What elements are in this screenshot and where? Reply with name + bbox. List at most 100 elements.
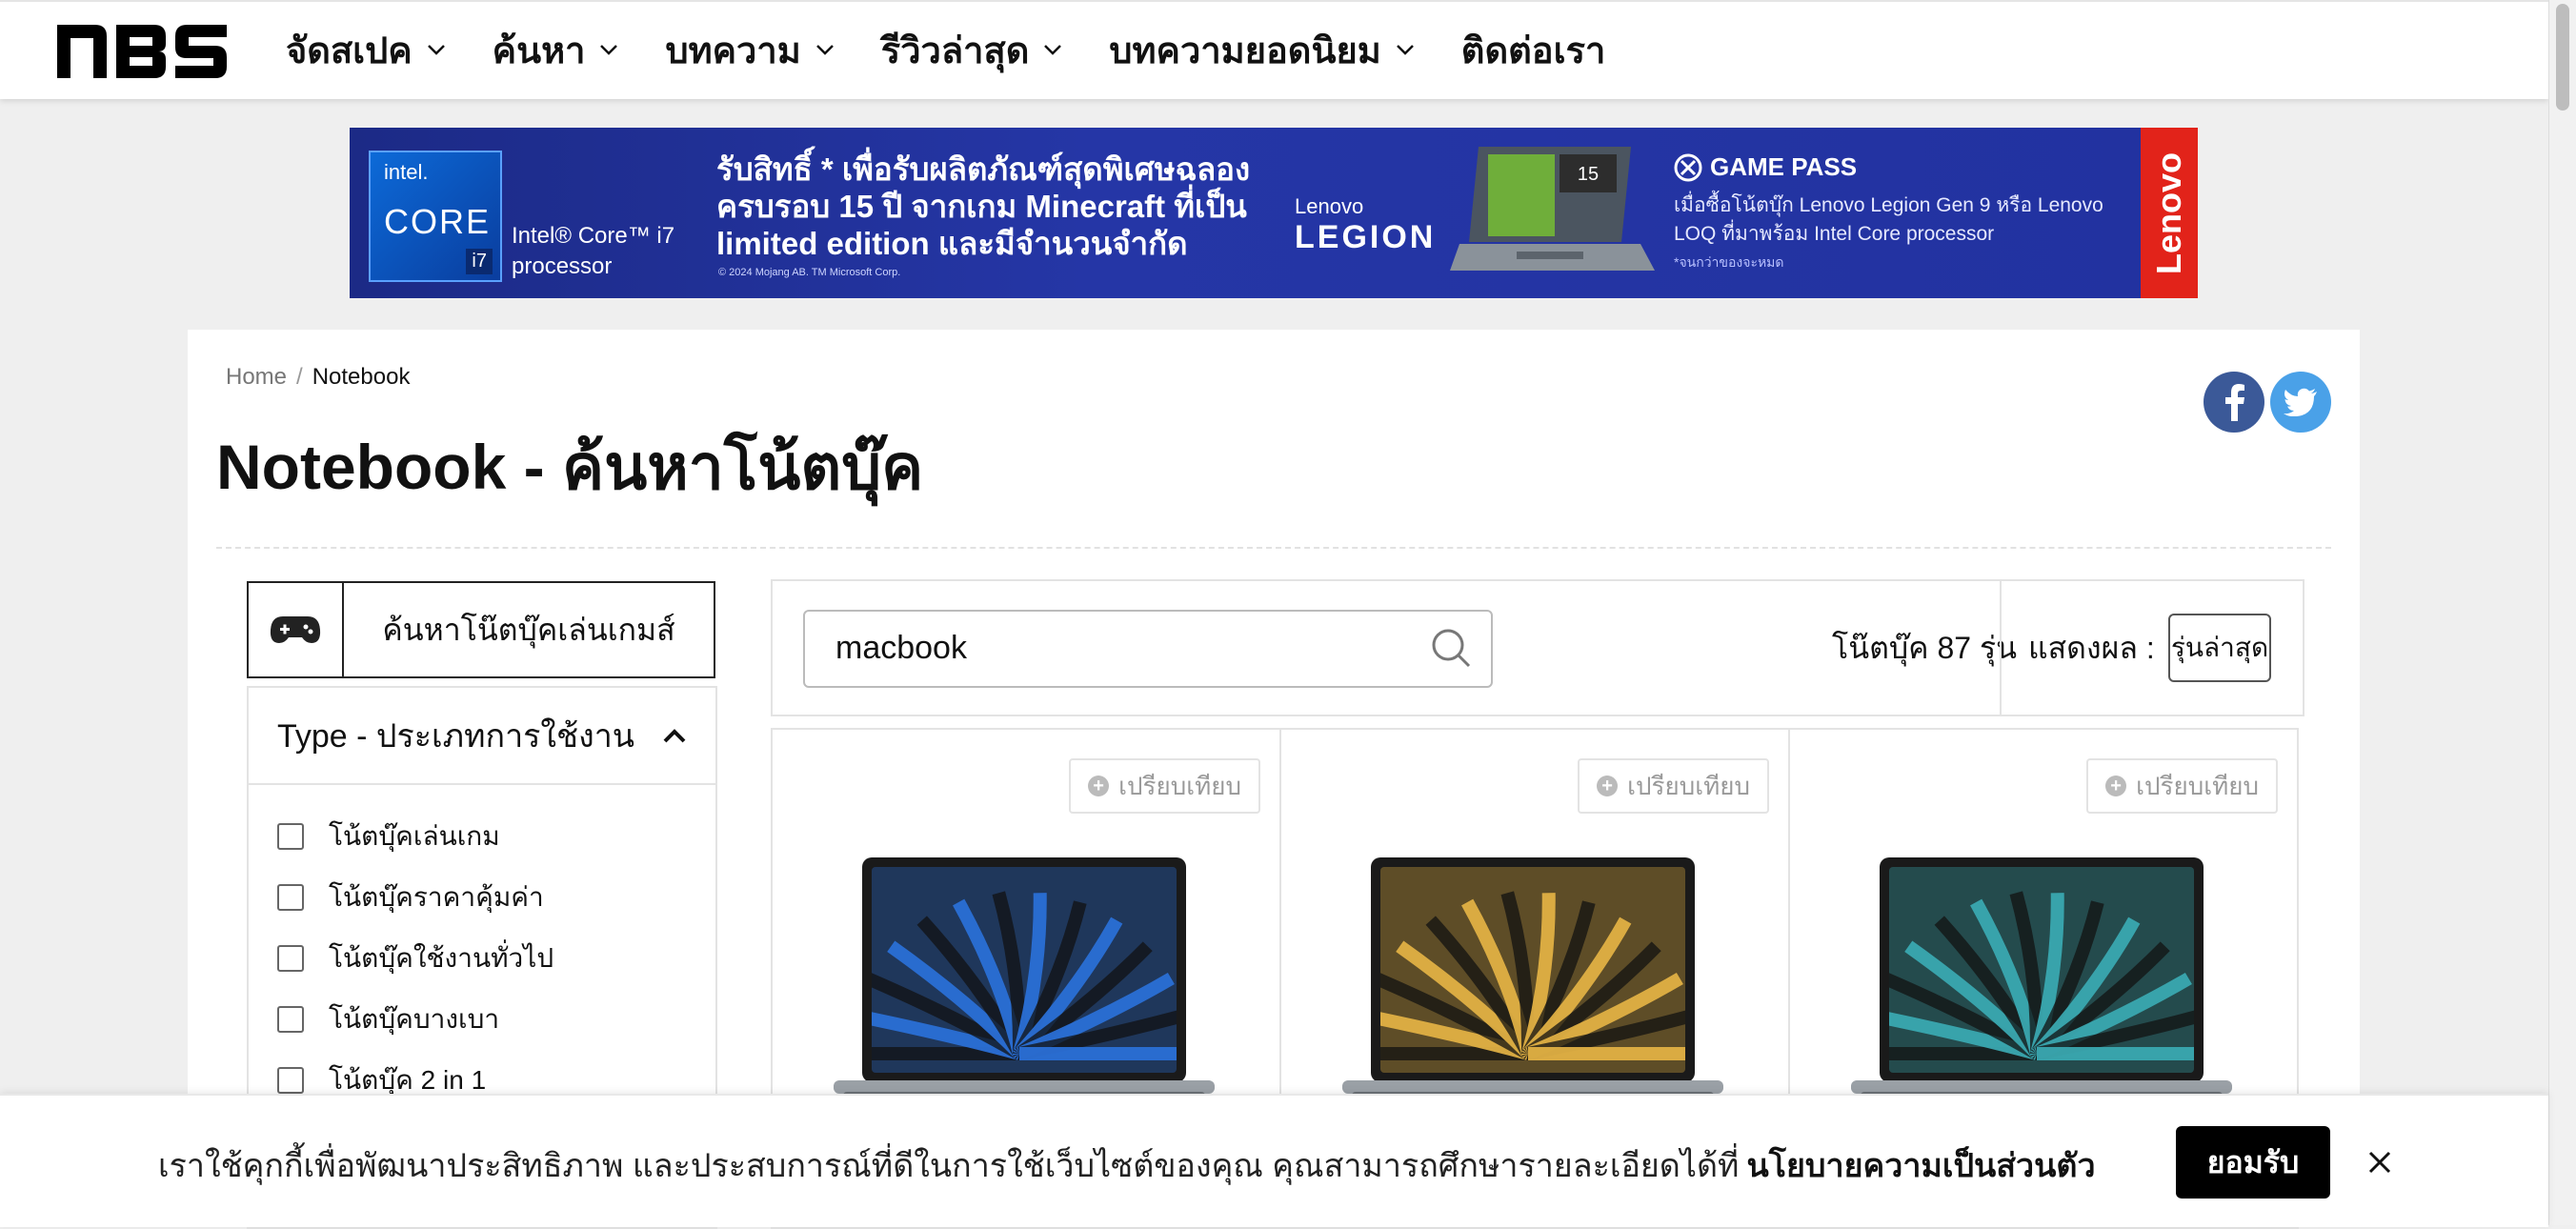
compare-button[interactable]: + เปรียบเทียบ: [2086, 758, 2278, 814]
filter-checkbox[interactable]: [277, 1067, 304, 1094]
chevron-down-icon: [427, 45, 445, 55]
facebook-share-button[interactable]: [2204, 372, 2264, 433]
twitter-share-button[interactable]: [2270, 372, 2331, 433]
nav-item-4[interactable]: บทความยอดนิยม: [1109, 23, 1415, 76]
legion-logo: Lenovo LEGION: [1295, 194, 1436, 256]
type-filter-header[interactable]: Type - ประเภทการใช้งาน: [249, 688, 715, 785]
search-box: [803, 610, 1493, 688]
chevron-down-icon: [815, 45, 834, 55]
title-divider: [216, 547, 2331, 549]
lenovo-ad-banner[interactable]: intel. CORE i7 Intel® Core™ i7 processor…: [350, 128, 2198, 298]
top-navbar: จัดสเปค ค้นหา บทความ รีวิวล่าสุด บทความยอดนิ…: [0, 0, 2548, 99]
gaming-button-label: ค้นหาโน๊ตบุ๊คเล่นเกมส์: [382, 612, 675, 647]
nav-item-label: จัดสเปค: [286, 30, 413, 71]
facebook-icon: [2225, 384, 2244, 421]
filter-checkbox[interactable]: [277, 823, 304, 850]
close-icon[interactable]: [2361, 1143, 2399, 1181]
compare-label: เปรียบเทียบ: [1627, 771, 1750, 800]
page-scrollbar[interactable]: [2548, 0, 2576, 1225]
xbox-icon: [1674, 153, 1702, 181]
filter-checkbox[interactable]: [277, 884, 304, 911]
nav-item-label: บทความ: [665, 30, 801, 71]
breadcrumb-home[interactable]: Home: [226, 364, 287, 390]
sort-label: แสดงผล :: [2028, 630, 2155, 665]
compare-button[interactable]: + เปรียบเทียบ: [1578, 758, 1769, 814]
intel-brand: intel.: [384, 160, 429, 184]
accept-cookies-button[interactable]: ยอมรับ: [2176, 1126, 2330, 1199]
compare-button[interactable]: + เปรียบเทียบ: [1069, 758, 1260, 814]
search-input[interactable]: [834, 627, 1371, 669]
privacy-policy-link[interactable]: นโยบายความเป็นส่วนตัว: [1746, 1148, 2095, 1184]
cookie-text: เราใช้คุกกี้เพื่อพัฒนาประสิทธิภาพ และประ…: [158, 1148, 1740, 1184]
product-image[interactable]: [1851, 854, 2232, 1105]
nav-item-label: ค้นหา: [492, 30, 586, 71]
filter-option-label: โน้ตบุ๊คเล่นเกม: [329, 821, 500, 851]
nav-item-3[interactable]: รีวิวล่าสุด: [881, 23, 1064, 76]
filter-checkbox[interactable]: [277, 945, 304, 972]
intel-processor-text: Intel® Core™ i7 processor: [512, 223, 675, 279]
twitter-icon: [2284, 388, 2317, 416]
legion-bottom: LEGION: [1295, 219, 1437, 255]
main-menu: จัดสเปค ค้นหา บทความ รีวิวล่าสุด บทความยอดนิ…: [286, 23, 1651, 76]
nav-item-label: บทความยอดนิยม: [1109, 30, 1381, 71]
gamepass-info: GAME PASS เมื่อซื้อโน้ตบุ๊ก Lenovo Legio…: [1674, 152, 2131, 273]
filter-option-label: โน้ตบุ๊คบางเบา: [329, 1004, 500, 1034]
cookie-consent-bar: เราใช้คุกกี้เพื่อพัฒนาประสิทธิภาพ และประ…: [0, 1094, 2548, 1227]
result-count: โน๊ตบุ๊ค 87 รุ่น: [1832, 630, 2017, 665]
gamepass-text: เมื่อซื้อโน้ตบุ๊ก Lenovo Legion Gen 9 หร…: [1674, 194, 2103, 245]
site-logo[interactable]: [55, 21, 231, 80]
cookie-message: เราใช้คุกกี้เพื่อพัฒนาประสิทธิภาพ และประ…: [158, 1139, 2096, 1191]
gamepad-icon: [270, 616, 321, 643]
scrollbar-thumb[interactable]: [2556, 4, 2569, 111]
toolbar-separator: [2000, 581, 2002, 715]
type-filter-options: โน้ตบุ๊คเล่นเกมโน้ตบุ๊คราคาคุ้มค่าโน้ตบุ…: [249, 785, 715, 1111]
breadcrumb-current: Notebook: [312, 364, 411, 390]
plus-circle-icon: +: [1088, 776, 1110, 796]
breadcrumb: Home / Notebook: [226, 364, 410, 391]
breadcrumb-separator: /: [296, 364, 303, 390]
nav-item-1[interactable]: ค้นหา: [493, 23, 620, 76]
gamepass-title-row: GAME PASS: [1674, 152, 2131, 182]
legion-top: Lenovo: [1295, 194, 1364, 218]
page-title: Notebook - ค้นหาโน้ตบุ๊ค: [216, 432, 924, 502]
filter-option-label: โน้ตบุ๊คราคาคุ้มค่า: [329, 882, 544, 912]
chevron-up-icon: [663, 729, 686, 743]
plus-circle-icon: +: [1597, 776, 1619, 796]
banner-headline: รับสิทธิ์ * เพื่อรับผลิตภัณฑ์สุดพิเศษฉลอ…: [716, 151, 1251, 261]
lenovo-logo: Lenovo: [2141, 128, 2198, 298]
intel-core-label: CORE: [384, 202, 492, 241]
nav-item-2[interactable]: บทความ: [665, 23, 835, 76]
banner-fine-print: © 2024 Mojang AB. TM Microsoft Corp.: [718, 267, 901, 278]
chevron-down-icon: [600, 45, 618, 55]
gamepad-icon-box: [249, 583, 344, 676]
nav-item-label: ติดต่อเรา: [1460, 30, 1606, 71]
compare-label: เปรียบเทียบ: [1118, 771, 1241, 800]
filter-option[interactable]: โน้ตบุ๊คราคาคุ้มค่า: [277, 867, 715, 928]
product-image[interactable]: [1342, 854, 1723, 1105]
chevron-down-icon: [1044, 45, 1062, 55]
filter-option[interactable]: โน้ตบุ๊คเล่นเกม: [277, 806, 715, 867]
legion-laptop-image: 15: [1450, 147, 1655, 271]
sort-select[interactable]: รุ่นล่าสุด: [2168, 614, 2271, 682]
filter-checkbox[interactable]: [277, 1006, 304, 1033]
product-image[interactable]: [834, 854, 1215, 1105]
search-icon[interactable]: [1430, 627, 1472, 669]
filter-option[interactable]: โน้ตบุ๊คบางเบา: [277, 989, 715, 1050]
type-filter-title: Type - ประเภทการใช้งาน: [277, 718, 635, 755]
nav-item-label: รีวิวล่าสุด: [880, 30, 1030, 71]
chevron-down-icon: [1396, 45, 1414, 55]
compare-label: เปรียบเทียบ: [2136, 771, 2259, 800]
filter-option[interactable]: โน้ตบุ๊คใช้งานทั่วไป: [277, 928, 715, 989]
intel-tier: i7: [466, 249, 493, 274]
filter-option-label: โน้ตบุ๊คใช้งานทั่วไป: [329, 943, 554, 973]
gamepass-note: *จนกว่าของจะหมด: [1674, 254, 1784, 270]
gamepass-title: GAME PASS: [1710, 152, 1858, 181]
nav-item-5[interactable]: ติดต่อเรา: [1461, 23, 1606, 76]
nav-item-0[interactable]: จัดสเปค: [286, 23, 447, 76]
plus-circle-icon: +: [2105, 776, 2127, 796]
main-content-card: Home / Notebook Notebook - ค้นหาโน้ตบุ๊ค ค…: [188, 330, 2360, 1229]
search-toolbar: โน๊ตบุ๊ค 87 รุ่น แสดงผล : รุ่นล่าสุด: [771, 579, 2304, 716]
gaming-notebook-search-button[interactable]: ค้นหาโน๊ตบุ๊คเล่นเกมส์: [247, 581, 715, 678]
social-share: [2204, 372, 2331, 433]
intel-core-badge: intel. CORE i7: [369, 151, 502, 282]
